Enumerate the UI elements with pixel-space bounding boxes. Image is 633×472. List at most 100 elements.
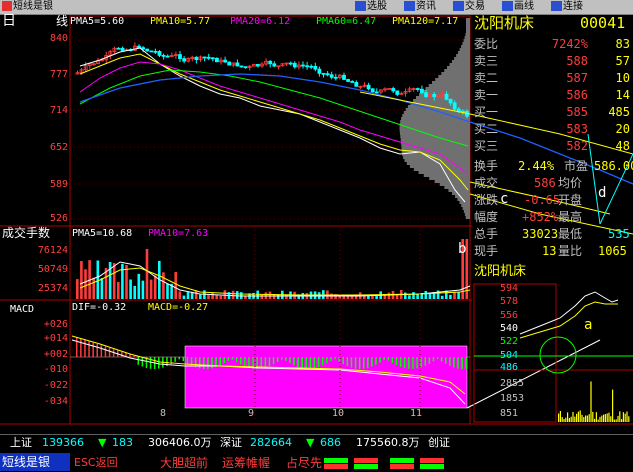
- candle-body: [137, 45, 141, 49]
- volume-bar: [121, 263, 124, 299]
- candle-body: [309, 65, 314, 68]
- mini-volume-bar: [615, 419, 617, 422]
- candle-body: [292, 62, 297, 68]
- mini-volume-bar: [570, 416, 572, 422]
- amplitude-row: 幅度 +852% 最高: [472, 209, 633, 226]
- date-tick: 10: [332, 408, 345, 419]
- sh-amount-value: 306406.0万: [148, 436, 212, 449]
- mini-price-tick: 486: [500, 362, 519, 373]
- orderbook-row: 买一 585 485: [472, 104, 633, 121]
- news-icon: [404, 1, 415, 11]
- candle-body: [333, 76, 338, 79]
- candle-body: [202, 56, 207, 59]
- chip-bar: [425, 87, 470, 90]
- connect-button[interactable]: 连接: [551, 1, 583, 13]
- macd-bar: [88, 341, 90, 357]
- volume-ratio-label: 量比: [558, 244, 583, 258]
- mini-volume-bar: [622, 412, 624, 422]
- volume-bar: [207, 295, 210, 299]
- orderbook-row: 卖一 586 14: [472, 87, 633, 104]
- candle-body: [235, 62, 240, 67]
- macd-bar: [174, 357, 176, 362]
- candle-body: [350, 81, 355, 83]
- volume-bar: [108, 262, 112, 299]
- orderbook-price: 585: [566, 105, 588, 119]
- date-tick: 8: [160, 408, 167, 419]
- mini-volume-bar: [603, 414, 605, 422]
- line-label: 线: [56, 14, 69, 28]
- select-stock-icon: [355, 1, 366, 11]
- volume-bar: [117, 281, 120, 299]
- volume-bar: [145, 249, 149, 299]
- chip-bar: [444, 69, 470, 72]
- mini-volume-bar: [599, 416, 601, 422]
- chip-bar: [463, 210, 470, 213]
- candle-body: [456, 108, 461, 112]
- draw-line-button[interactable]: 画线: [502, 1, 534, 13]
- price-tick: 526: [49, 213, 68, 224]
- chip-bar: [464, 36, 470, 39]
- open-label: 开盘: [558, 193, 583, 207]
- cy-index-label: 创证: [428, 436, 450, 449]
- orderbook-row: 买二 583 20: [472, 121, 633, 138]
- volume-bar: [76, 279, 79, 299]
- orderbook-label: 卖二: [474, 71, 499, 85]
- candle-body: [346, 79, 351, 82]
- select-stock-button[interactable]: 选股: [355, 1, 387, 13]
- candle-body: [153, 50, 158, 53]
- mini-volume-bar: [619, 411, 621, 422]
- macd-tick: -022: [43, 380, 68, 391]
- orderbook-price: 582: [566, 139, 588, 153]
- amplitude-value: +852%: [522, 210, 559, 224]
- market-ticker: 上证 139366 ▼ 183 306406.0万 深证 282664 ▼ 68…: [0, 434, 633, 472]
- candle-body: [374, 91, 379, 94]
- mini-stock-name: 沈阳机床: [474, 264, 527, 279]
- pe-label: 市盈: [564, 159, 589, 173]
- candle-body: [444, 93, 449, 100]
- quote-panel: 沈阳机床 00041 委比 7242% 83 卖三 588 57 卖二 587 10 卖一 586 1…: [472, 14, 633, 264]
- esc-back-button[interactable]: ESC返回: [74, 456, 118, 470]
- candle-body: [301, 64, 305, 67]
- mini-volume-bar: [563, 418, 565, 422]
- candle-body: [452, 102, 457, 110]
- orderbook-volume: 10: [615, 71, 630, 85]
- volume-bar: [199, 294, 202, 299]
- chip-bar: [451, 60, 470, 63]
- macd-bar: [80, 338, 82, 357]
- candle-body: [272, 63, 277, 67]
- volume-bar: [408, 295, 411, 299]
- macd-bar: [399, 357, 402, 367]
- macd-bar: [461, 357, 463, 369]
- mini-volume-bar: [559, 410, 561, 422]
- volume-bar: [178, 291, 182, 299]
- turnover-label: 换手: [474, 159, 499, 173]
- chip-bar: [452, 192, 470, 195]
- chip-bar: [413, 99, 470, 102]
- volume-bar: [428, 294, 432, 299]
- chip-bar: [400, 138, 470, 141]
- mini-volume-bar: [561, 417, 563, 422]
- macd-bar: [305, 357, 308, 369]
- chip-bar: [435, 78, 470, 81]
- mini-volume-bar: [581, 414, 583, 422]
- orderbook-label: 卖一: [474, 88, 499, 102]
- date-tick: 9: [248, 408, 255, 419]
- chip-bar: [400, 120, 470, 123]
- pe-value: 586.00: [594, 159, 633, 173]
- volume-tick: 76124: [37, 245, 68, 256]
- macd-bar: [108, 347, 111, 357]
- macd-bar: [445, 357, 447, 364]
- volume-bar: [449, 294, 452, 299]
- macd-bar: [322, 357, 324, 366]
- news-button[interactable]: 资讯: [404, 1, 436, 13]
- trade-button[interactable]: 交易: [453, 1, 485, 13]
- candle-body: [305, 65, 310, 68]
- total-volume-value: 33023: [522, 227, 559, 241]
- volume-tick: 25374: [37, 283, 68, 294]
- chip-bar: [462, 207, 470, 210]
- candle-body: [391, 88, 396, 92]
- macd-bar: [387, 357, 390, 361]
- candle-body: [268, 60, 273, 65]
- change-row: 涨跌 -0.65 开盘: [472, 192, 633, 209]
- volume-bar: [276, 294, 280, 299]
